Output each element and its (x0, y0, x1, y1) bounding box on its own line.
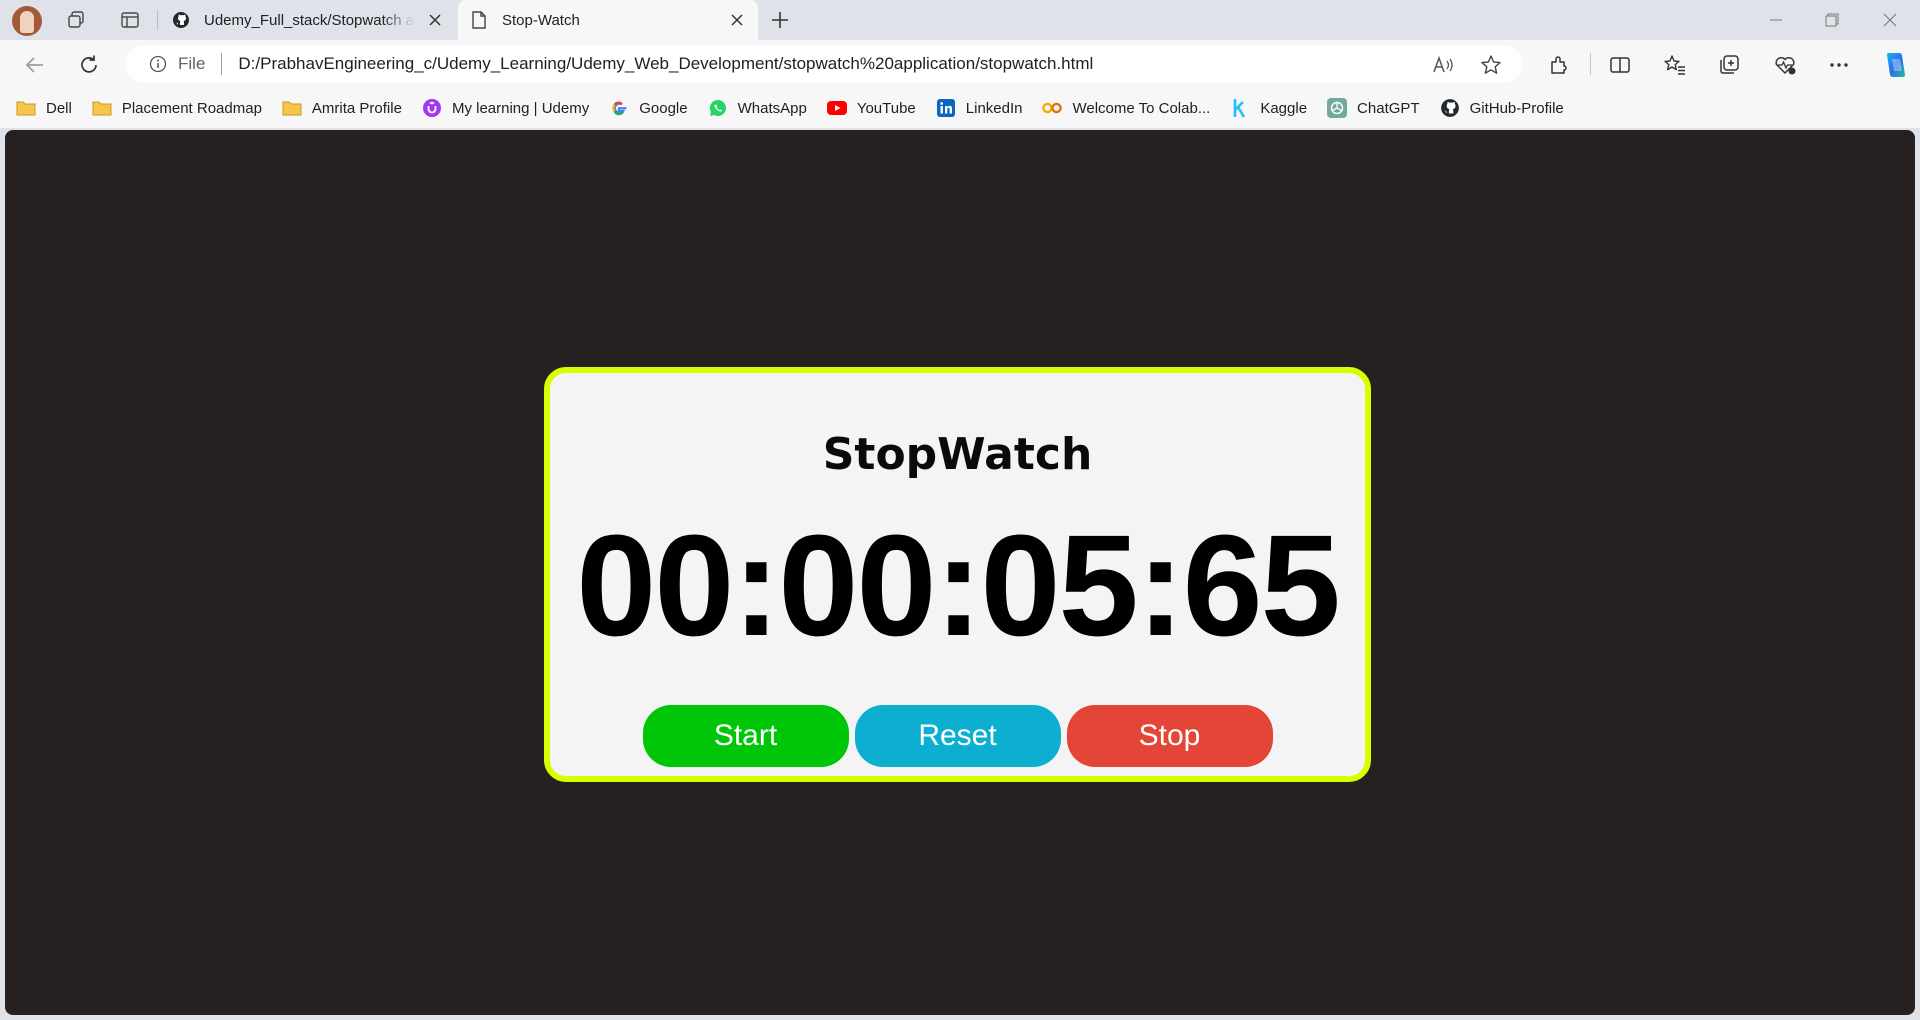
close-tab-icon[interactable] (728, 11, 746, 29)
bookmark-amrita-profile[interactable]: Amrita Profile (282, 98, 402, 118)
address-separator (221, 53, 223, 75)
close-tab-icon[interactable] (426, 11, 444, 29)
bookmark-google[interactable]: Google (609, 98, 688, 118)
read-aloud-icon[interactable] (1432, 54, 1454, 76)
tab-strip: Udemy_Full_stack/Stopwatch at main Stop-… (0, 0, 1920, 40)
stop-button[interactable]: Stop (1066, 705, 1273, 767)
tab-divider (157, 10, 158, 30)
copilot-icon[interactable] (1880, 49, 1912, 81)
reset-button[interactable]: Reset (854, 705, 1061, 767)
bookmark-label: Kaggle (1260, 99, 1308, 117)
bookmark-kaggle[interactable]: Kaggle (1230, 98, 1307, 118)
bookmark-colab[interactable]: Welcome To Colab... (1042, 98, 1210, 118)
folder-icon (92, 98, 112, 118)
bookmark-label: YouTube (856, 99, 916, 117)
youtube-icon (826, 98, 847, 118)
bookmark-label: My learning | Udemy (451, 99, 590, 117)
bookmarks-bar: Dell Placement Roadmap Amrita Profile My… (0, 88, 1920, 128)
collections-icon[interactable] (1716, 52, 1742, 78)
bookmark-github-profile[interactable]: GitHub-Profile (1440, 98, 1564, 118)
folder-icon (282, 98, 302, 118)
bookmark-placement-roadmap[interactable]: Placement Roadmap (92, 98, 262, 118)
browser-toolbar: File D:/PrabhavEngineering_c/Udemy_Learn… (0, 40, 1920, 88)
whatsapp-icon (708, 98, 728, 118)
extensions-icon[interactable] (1546, 52, 1572, 78)
stopwatch-title: StopWatch (822, 429, 1093, 480)
bookmark-whatsapp[interactable]: WhatsApp (708, 98, 807, 118)
close-window-icon[interactable] (1878, 8, 1902, 32)
page-viewport: StopWatch 00:00:05:65 Start Reset Stop (5, 130, 1915, 1015)
bookmark-dell[interactable]: Dell (16, 98, 72, 118)
bookmark-label: Amrita Profile (311, 99, 402, 117)
folder-icon (16, 98, 36, 118)
bookmark-label: Welcome To Colab... (1072, 99, 1211, 117)
toolbar-divider (1590, 53, 1591, 75)
favorites-icon[interactable] (1662, 52, 1688, 78)
start-button[interactable]: Start (642, 705, 849, 767)
profile-avatar[interactable] (12, 6, 42, 36)
split-screen-icon[interactable] (1607, 52, 1633, 78)
github-icon (1440, 98, 1460, 118)
minimize-icon[interactable] (1764, 8, 1788, 32)
tab-title: Udemy_Full_stack/Stopwatch at main (204, 11, 414, 29)
address-url[interactable]: D:/PrabhavEngineering_c/Udemy_Learning/U… (238, 54, 1093, 74)
bookmark-label: ChatGPT (1357, 99, 1420, 117)
browser-essentials-icon[interactable] (1772, 52, 1798, 78)
page-icon (470, 11, 488, 29)
back-arrow-icon[interactable] (22, 52, 48, 78)
address-scheme-label: File (178, 54, 206, 73)
stopwatch-time-display: 00:00:05:65 (576, 505, 1341, 666)
bookmark-label: GitHub-Profile (1469, 99, 1564, 117)
tab-stop-watch[interactable]: Stop-Watch (458, 0, 758, 40)
bookmark-label: Google (639, 99, 688, 117)
new-tab-icon[interactable] (768, 8, 792, 32)
bookmark-chatgpt[interactable]: ChatGPT (1327, 98, 1420, 118)
stopwatch-card: StopWatch 00:00:05:65 Start Reset Stop (544, 367, 1371, 782)
tab-title: Stop-Watch (502, 11, 580, 29)
bookmark-linkedin[interactable]: LinkedIn (936, 98, 1023, 118)
google-icon (609, 98, 629, 118)
bookmark-youtube[interactable]: YouTube (826, 98, 916, 118)
colab-icon (1042, 98, 1063, 118)
bookmark-label: Placement Roadmap (121, 99, 262, 117)
bookmark-udemy[interactable]: My learning | Udemy (422, 98, 589, 118)
chatgpt-icon (1327, 98, 1348, 118)
refresh-icon[interactable] (76, 52, 102, 78)
restore-icon[interactable] (1820, 8, 1844, 32)
udemy-icon (422, 98, 442, 118)
favorite-star-icon[interactable] (1480, 54, 1502, 76)
vertical-tabs-icon[interactable] (118, 8, 142, 32)
tab-github[interactable]: Udemy_Full_stack/Stopwatch at main (160, 0, 456, 40)
address-bar[interactable]: File D:/PrabhavEngineering_c/Udemy_Learn… (126, 45, 1522, 83)
bookmark-label: Dell (46, 99, 72, 117)
bookmark-label: LinkedIn (965, 99, 1023, 117)
more-options-icon[interactable] (1826, 52, 1852, 78)
info-icon[interactable] (148, 54, 168, 74)
stopwatch-controls: Start Reset Stop (550, 705, 1365, 767)
kaggle-icon (1230, 98, 1250, 118)
bookmark-label: WhatsApp (737, 99, 807, 117)
linkedin-icon (936, 98, 956, 118)
workspaces-icon[interactable] (64, 8, 88, 32)
github-icon (172, 11, 190, 29)
